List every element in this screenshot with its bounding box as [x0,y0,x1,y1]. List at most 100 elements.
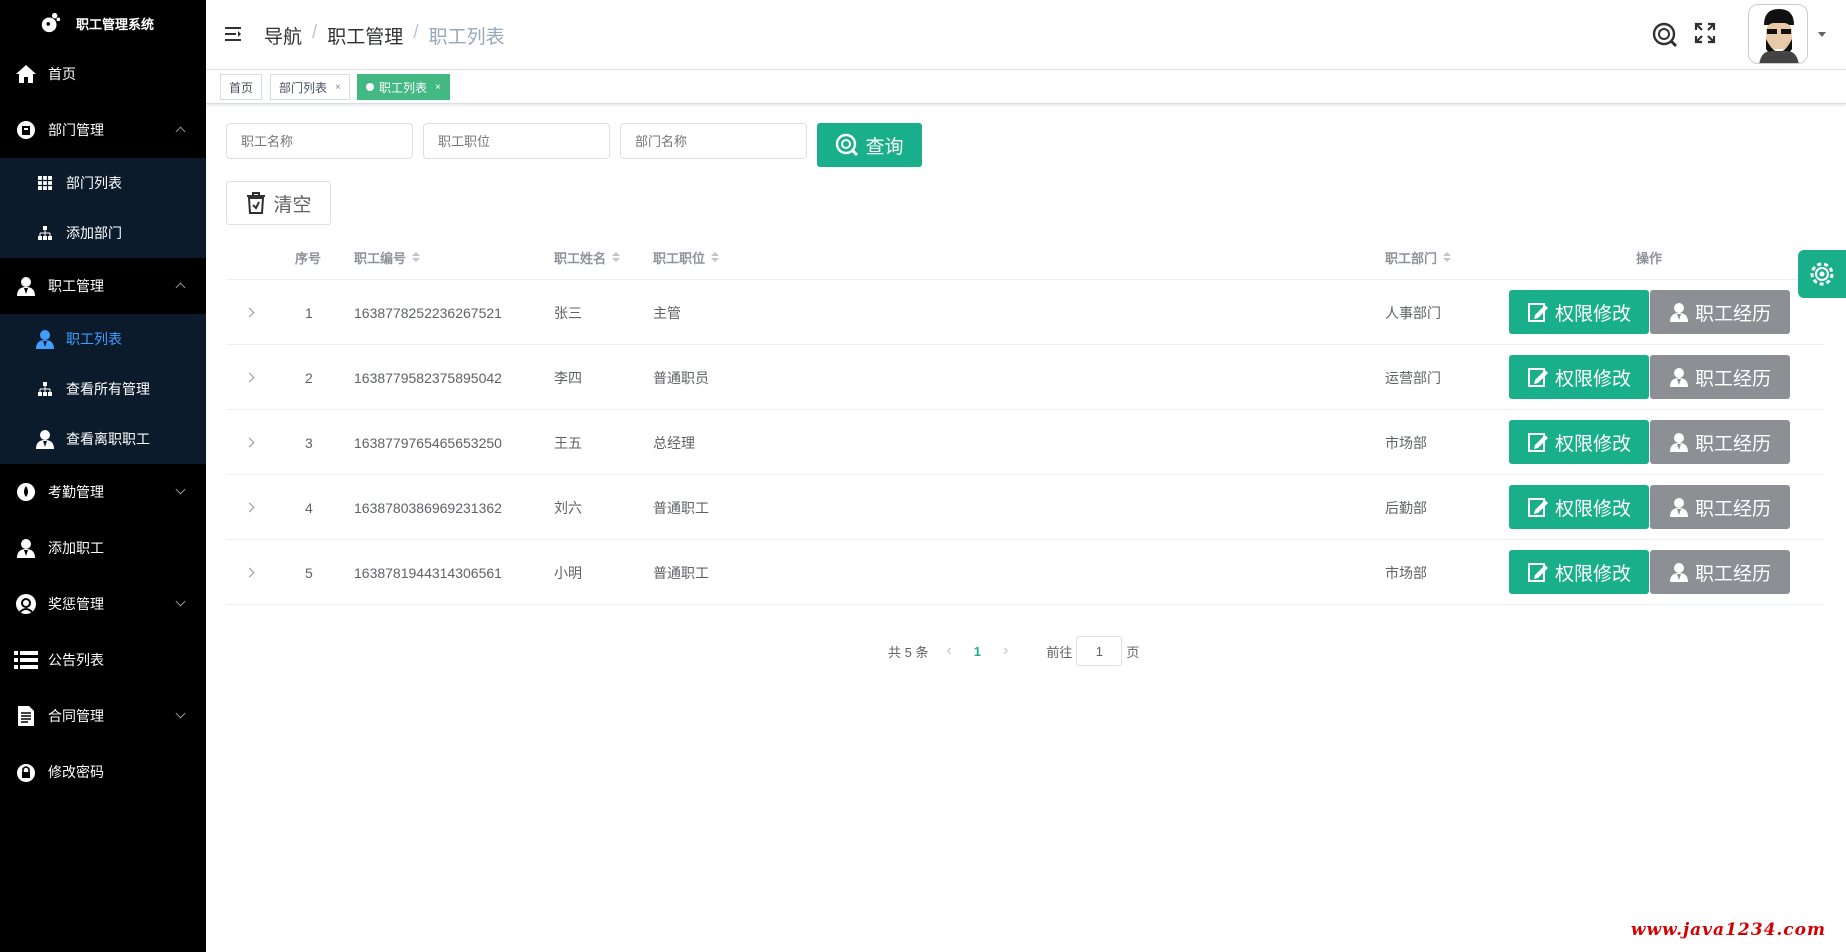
search-button[interactable]: 查询 [817,123,922,167]
user-icon [1669,303,1688,322]
home-icon [14,62,38,86]
sort-icon[interactable] [711,252,720,262]
breadcrumb-item[interactable]: 导航 [264,22,302,49]
settings-button[interactable] [1798,250,1846,298]
sidebar-item-label: 职工列表 [66,331,122,347]
close-icon[interactable]: × [435,82,441,93]
org-icon [34,378,56,400]
cell-index: 3 [305,434,313,451]
search-button-label: 查询 [865,136,904,158]
sort-icon[interactable] [612,252,621,262]
sidebar-item-notices[interactable]: 公告列表 [0,632,206,688]
chevron-down-icon [175,484,186,495]
search-icon[interactable] [1652,22,1678,48]
tag-employee-list[interactable]: 职工列表 × [357,74,450,100]
employee-experience-button[interactable]: 职工经历 [1650,550,1790,594]
expand-toggle[interactable] [244,280,255,345]
cell-index: 5 [305,564,313,581]
employee-position-input[interactable] [423,123,610,159]
cell-position: 普通职工 [653,499,709,516]
prev-page-icon[interactable]: ‹ [946,642,951,660]
sidebar-item-add-dept[interactable]: 添加部门 [0,208,206,258]
department-name-input[interactable] [620,123,807,159]
sidebar-item-label: 公告列表 [48,652,104,668]
sidebar-item-employee-list[interactable]: 职工列表 [0,314,206,364]
header-dept[interactable]: 职工部门 [1385,234,1452,280]
tag-label: 首页 [229,80,254,95]
sidebar-item-employee[interactable]: 职工管理 [0,258,206,314]
cell-id: 1638781944314306561 [354,564,502,581]
sidebar-item-label: 添加部门 [66,225,122,241]
sidebar-item-label: 考勤管理 [48,484,104,500]
next-page-icon[interactable]: › [1003,642,1008,660]
submenu-dept: 部门列表 添加部门 [0,158,206,258]
page-number-current[interactable]: 1 [974,644,981,659]
table-header: 序号 职工编号 职工姓名 职工职位 职工部门 操作 [226,234,1824,280]
header-label: 职工职位 [653,250,706,266]
sidebar-item-resigned[interactable]: 查看离职职工 [0,414,206,464]
lock-icon [14,760,38,784]
sidebar-item-dept-list[interactable]: 部门列表 [0,158,206,208]
edit-permission-button[interactable]: 权限修改 [1509,355,1649,399]
chevron-down-icon[interactable] [1818,32,1826,37]
app-brand[interactable]: 职工管理系统 [0,0,206,46]
expand-toggle[interactable] [244,540,255,605]
sort-icon[interactable] [412,252,421,262]
user-icon [34,428,56,450]
tag-home[interactable]: 首页 [220,74,263,100]
sidebar-item-home[interactable]: 首页 [0,46,206,102]
edit-permission-button[interactable]: 权限修改 [1509,290,1649,334]
sidebar-item-password[interactable]: 修改密码 [0,744,206,800]
cell-name: 刘六 [554,499,582,516]
active-dot [366,83,374,91]
edit-icon [1527,368,1548,387]
doc-icon [14,704,38,728]
user-icon [14,536,38,560]
app-title: 职工管理系统 [76,16,155,32]
button-label: 权限修改 [1554,368,1631,390]
edit-permission-button[interactable]: 权限修改 [1509,420,1649,464]
button-label: 权限修改 [1554,303,1631,325]
breadcrumb-item[interactable]: 职工管理 [327,22,403,49]
fullscreen-icon[interactable] [1694,22,1716,44]
cell-name: 王五 [554,434,582,451]
employee-experience-button[interactable]: 职工经历 [1650,485,1790,529]
button-label: 权限修改 [1554,563,1631,585]
cell-name: 李四 [554,369,582,386]
tag-dept-list[interactable]: 部门列表 × [270,74,350,100]
list-icon [14,648,38,672]
avatar[interactable] [1748,4,1808,64]
sidebar-item-rewards[interactable]: 奖惩管理 [0,576,206,632]
goto-page-input[interactable]: 1 [1076,636,1123,666]
button-label: 职工经历 [1694,498,1771,520]
employee-experience-button[interactable]: 职工经历 [1650,420,1790,464]
breadcrumb: 导航 / 职工管理 / 职工列表 [264,22,505,49]
expand-toggle[interactable] [244,475,255,540]
sidebar-item-label: 查看离职职工 [66,431,150,447]
sidebar-item-dept[interactable]: 部门管理 [0,102,206,158]
sidebar-item-add-employee[interactable]: 添加职工 [0,520,206,576]
edit-permission-button[interactable]: 权限修改 [1509,485,1649,529]
hamburger-icon[interactable] [224,26,242,42]
close-icon[interactable]: × [335,82,341,93]
user-icon [14,274,38,298]
sidebar-item-contracts[interactable]: 合同管理 [0,688,206,744]
employee-name-input[interactable] [226,123,413,159]
chevron-right-icon [244,437,255,448]
header-position[interactable]: 职工职位 [653,234,720,280]
sort-icon[interactable] [1443,252,1452,262]
clear-button[interactable]: 清空 [226,181,331,225]
cell-name: 张三 [554,304,582,321]
breadcrumb-separator: / [413,22,419,43]
expand-toggle[interactable] [244,410,255,475]
expand-toggle[interactable] [244,345,255,410]
header-id[interactable]: 职工编号 [354,234,421,280]
edit-permission-button[interactable]: 权限修改 [1509,550,1649,594]
employee-experience-button[interactable]: 职工经历 [1650,355,1790,399]
header-name[interactable]: 职工姓名 [554,234,621,280]
employee-experience-button[interactable]: 职工经历 [1650,290,1790,334]
header-label: 职工姓名 [554,250,607,266]
tag-label: 职工列表 [379,80,428,95]
sidebar-item-attendance[interactable]: 考勤管理 [0,464,206,520]
sidebar-item-all-managers[interactable]: 查看所有管理 [0,364,206,414]
